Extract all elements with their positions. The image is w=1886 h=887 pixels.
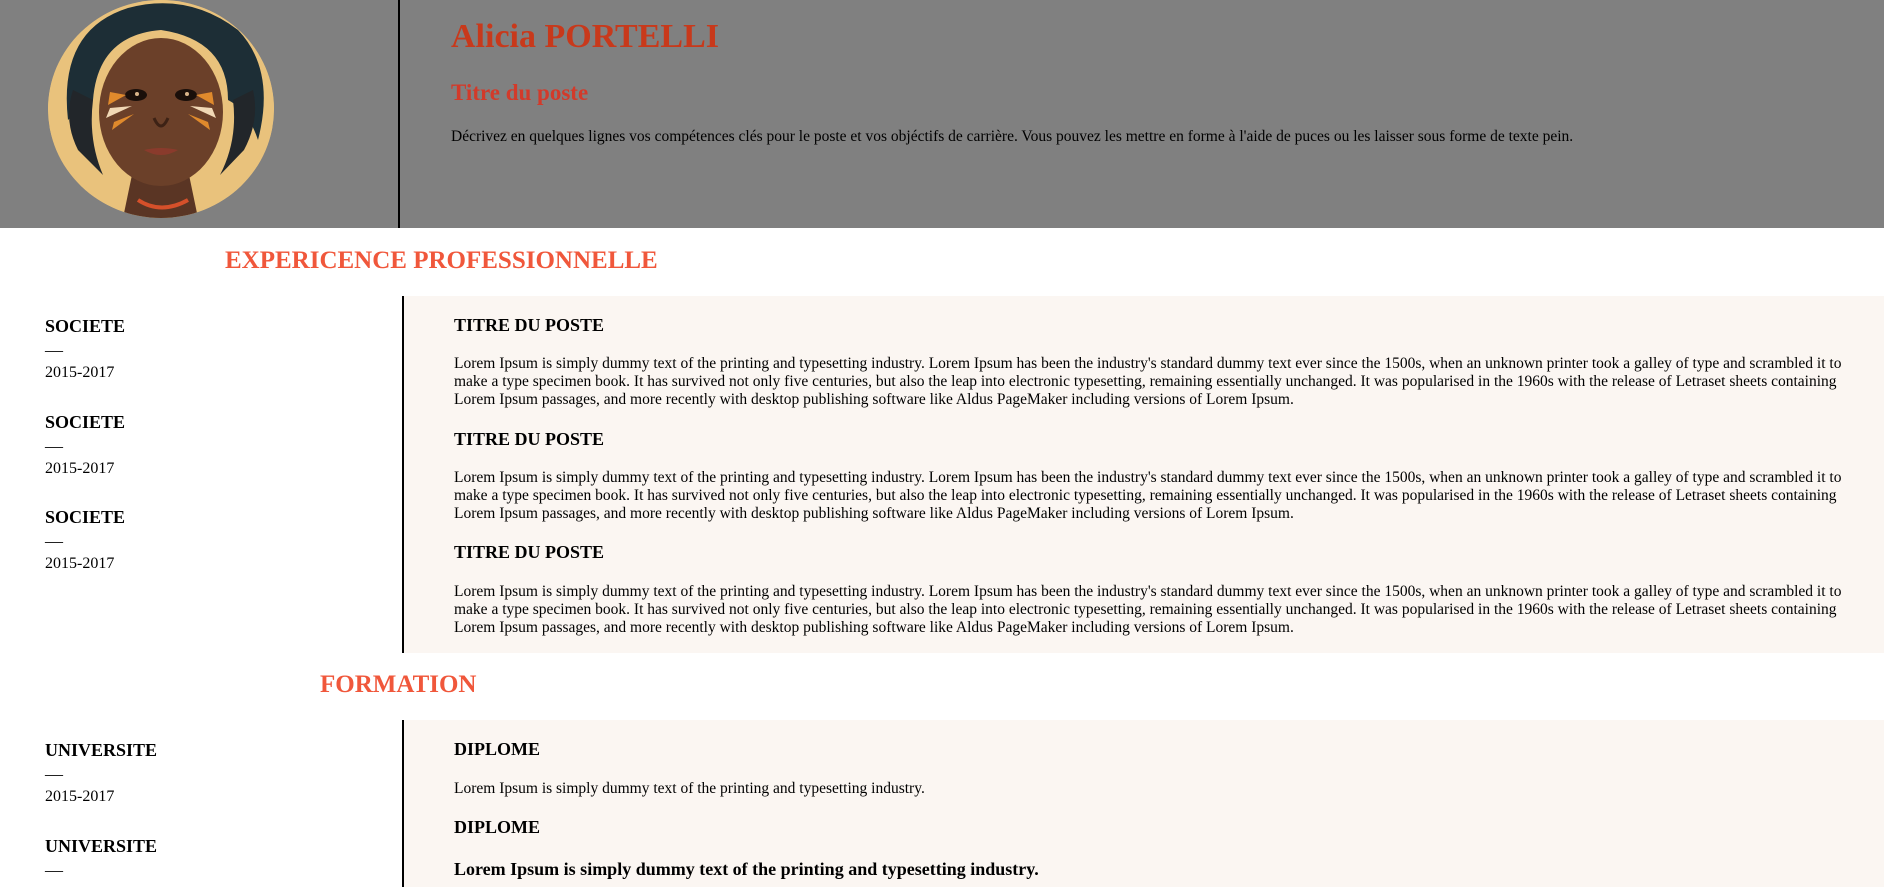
diploma-title: DIPLOME — [454, 739, 541, 759]
diploma-description: Lorem Ipsum is simply dummy text of the … — [454, 859, 1039, 879]
position-description: Lorem Ipsum is simply dummy text of the … — [454, 355, 1842, 408]
separator-dash: — — [45, 764, 63, 784]
separator-dash: — — [45, 436, 63, 456]
formation-school: UNIVERSITE — — [45, 834, 345, 882]
experience-company: SOCIETE — 2015-2017 — [45, 410, 345, 480]
header: Alicia PORTELLI Titre du poste Décrivez … — [0, 0, 1884, 228]
portrait-illustration — [48, 0, 274, 218]
position-title: TITRE DU POSTE — [454, 429, 605, 449]
candidate-name: Alicia PORTELLI — [451, 18, 719, 55]
separator-dash: — — [45, 860, 63, 880]
experience-company: SOCIETE — 2015-2017 — [45, 314, 345, 384]
header-divider — [398, 0, 400, 228]
school-name: UNIVERSITE — [45, 740, 158, 760]
position-description: Lorem Ipsum is simply dummy text of the … — [454, 469, 1842, 522]
company-name: SOCIETE — [45, 316, 126, 336]
experience-company: SOCIETE — 2015-2017 — [45, 505, 345, 575]
job-title: Titre du poste — [451, 80, 589, 105]
diploma-description: Lorem Ipsum is simply dummy text of the … — [454, 780, 925, 797]
profile-summary: Décrivez en quelques lignes vos compéten… — [451, 128, 1574, 145]
company-name: SOCIETE — [45, 412, 126, 432]
school-dates: 2015-2017 — [45, 788, 115, 805]
formation-section-title: FORMATION — [320, 671, 477, 698]
separator-dash: — — [45, 531, 63, 551]
experience-section-title: EXPERICENCE PROFESSIONNELLE — [225, 247, 658, 274]
company-dates: 2015-2017 — [45, 555, 115, 572]
avatar — [48, 0, 274, 218]
position-description: Lorem Ipsum is simply dummy text of the … — [454, 583, 1842, 636]
separator-dash: — — [45, 340, 63, 360]
company-dates: 2015-2017 — [45, 460, 115, 477]
position-title: TITRE DU POSTE — [454, 315, 605, 335]
position-title: TITRE DU POSTE — [454, 542, 605, 562]
school-name: UNIVERSITE — [45, 836, 158, 856]
formation-school: UNIVERSITE — 2015-2017 — [45, 738, 345, 808]
company-dates: 2015-2017 — [45, 364, 115, 381]
experience-divider — [402, 296, 404, 653]
formation-divider — [402, 720, 404, 887]
diploma-title: DIPLOME — [454, 817, 541, 837]
company-name: SOCIETE — [45, 507, 126, 527]
